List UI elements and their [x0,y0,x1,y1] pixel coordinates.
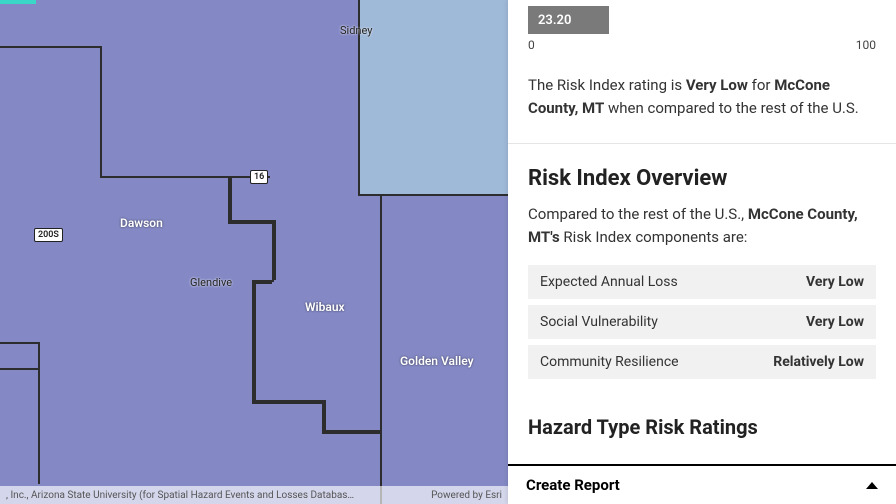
county-boundary-line [380,194,382,504]
map-pane[interactable]: Dawson Wibaux Golden Valley Sidney Glend… [0,0,508,504]
county-boundary-line [228,176,232,220]
route-shield-16: 16 [250,170,268,184]
county-boundary-line [0,368,38,370]
component-name: Expected Annual Loss [540,274,678,290]
loading-indicator [0,0,36,4]
bar-value-label: 23.20 [538,13,571,28]
county-boundary-line [38,342,40,484]
county-boundary-line [0,342,38,344]
narrative-prefix: The Risk Index rating is [528,76,686,94]
overview-heading: Risk Index Overview [528,166,876,191]
narrative-middle: for [748,76,774,94]
component-row-sv[interactable]: Social Vulnerability Very Low [528,305,876,339]
create-report-button[interactable]: Create Report [508,464,896,504]
county-boundary-line [0,46,100,48]
narrative-suffix: when compared to the rest of the U.S. [604,99,858,117]
component-value: Relatively Low [773,354,864,370]
county-boundary-line [252,280,256,400]
county-boundary-line [272,220,276,280]
county-boundary-line [100,176,270,178]
caret-up-icon [866,482,878,489]
axis-min: 0 [528,38,535,52]
details-panel[interactable]: 23.20 0 100 The Risk Index rating is Ver… [508,0,896,504]
axis-max: 100 [856,38,876,52]
route-shield-200s: 200S [34,228,63,242]
component-name: Community Resilience [540,354,679,370]
component-list: Expected Annual Loss Very Low Social Vul… [528,265,876,379]
component-value: Very Low [806,274,864,290]
city-label-sidney: Sidney [340,24,372,37]
bar-track: 23.20 [528,6,876,34]
bar-axis: 0 100 [528,34,876,52]
lede-prefix: Compared to the rest of the U.S., [528,205,748,223]
county-boundary-line [100,46,102,176]
county-label-dawson: Dawson [120,216,163,230]
county-boundary-line [322,400,326,430]
component-row-cr[interactable]: Community Resilience Relatively Low [528,345,876,379]
risk-score-chart: 23.20 0 100 [508,0,896,58]
component-name: Social Vulnerability [540,314,658,330]
attribution-text: , Inc., Arizona State University (for Sp… [6,490,423,501]
app-root: Dawson Wibaux Golden Valley Sidney Glend… [0,0,896,504]
create-report-label: Create Report [526,476,620,494]
narrative-rating: Very Low [686,76,748,94]
component-row-eal[interactable]: Expected Annual Loss Very Low [528,265,876,299]
hazard-type-heading: Hazard Type Risk Ratings [508,415,896,459]
county-label-wibaux: Wibaux [305,300,345,314]
city-label-glendive: Glendive [190,276,232,289]
county-boundary-line [322,430,380,434]
bar-fill: 23.20 [528,6,609,34]
county-boundary-line [252,400,322,404]
component-value: Very Low [806,314,864,330]
county-highlight [358,0,508,194]
county-label-golden-valley: Golden Valley [400,354,474,368]
attribution-powered-by[interactable]: Powered by Esri [431,490,502,501]
lede-suffix: Risk Index components are: [560,228,748,246]
risk-narrative: The Risk Index rating is Very Low for Mc… [508,58,896,144]
overview-lede: Compared to the rest of the U.S., McCone… [528,203,876,250]
county-boundary-line [228,220,272,224]
map-attribution: , Inc., Arizona State University (for Sp… [0,486,508,504]
county-boundary-line [272,280,274,282]
risk-index-overview: Risk Index Overview Compared to the rest… [508,144,896,416]
